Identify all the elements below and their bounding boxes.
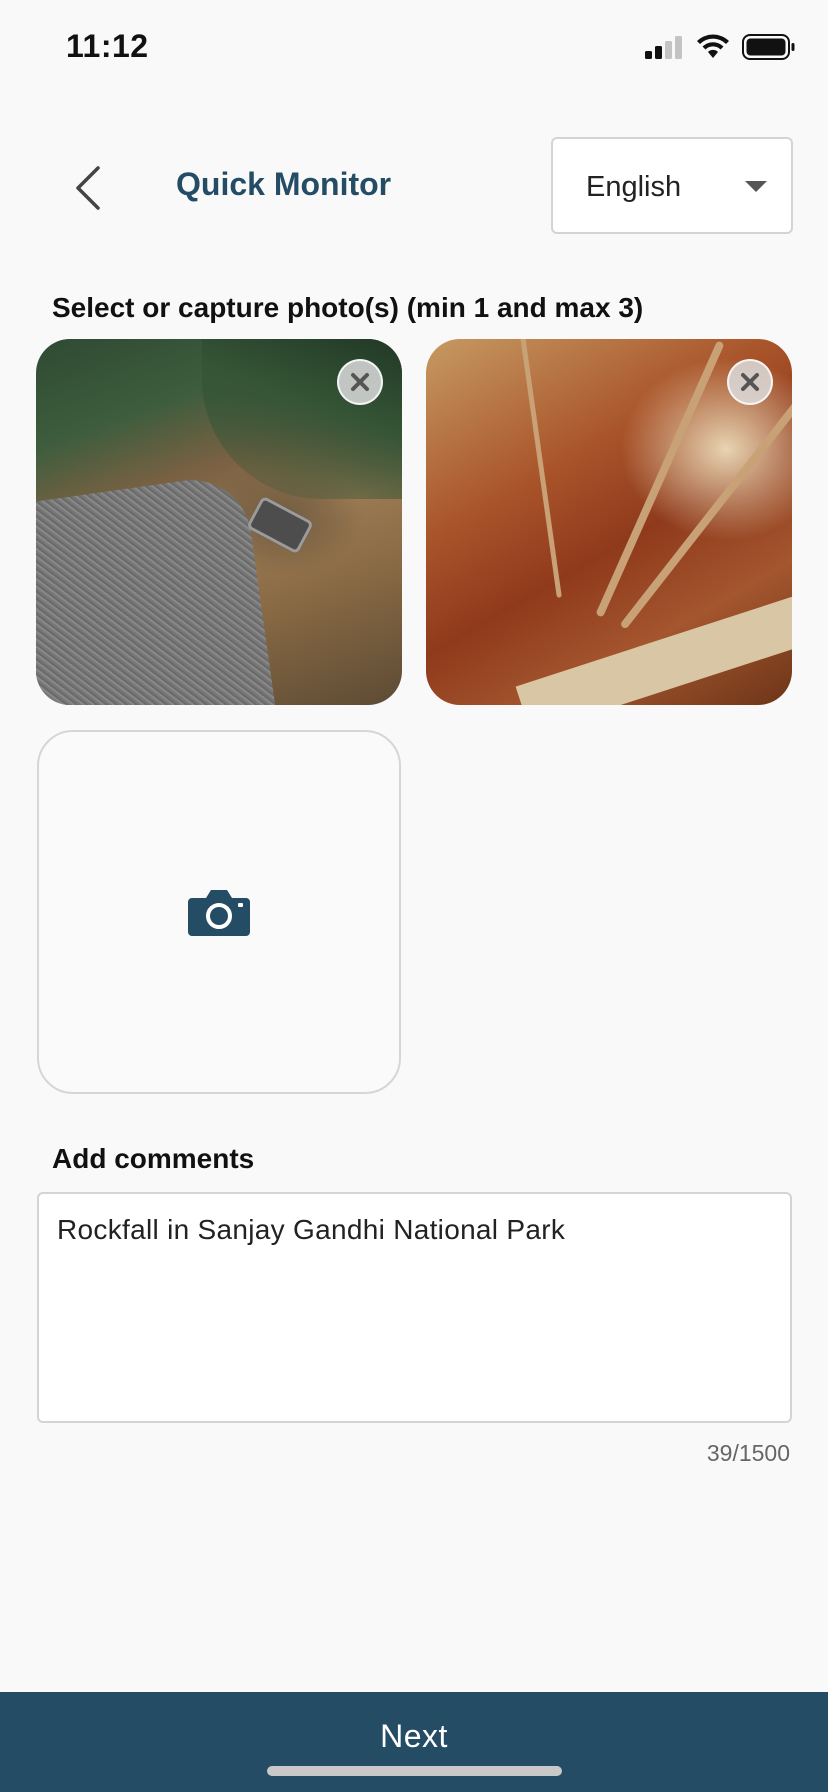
language-select[interactable]: English	[551, 137, 793, 234]
next-button-label: Next	[380, 1718, 448, 1754]
add-photo-button[interactable]	[37, 730, 401, 1094]
page-title: Quick Monitor	[176, 166, 392, 202]
close-icon	[351, 373, 369, 391]
close-icon	[741, 373, 759, 391]
quick-monitor-screen: 11:12 Quick Monitor English Select or ca…	[0, 0, 828, 1792]
home-indicator[interactable]	[267, 1766, 562, 1776]
cellular-signal-icon	[645, 36, 682, 59]
comments-textarea[interactable]: Rockfall in Sanjay Gandhi National Park	[37, 1192, 792, 1423]
character-count: 39/1500	[706, 1440, 790, 1466]
photo-thumbnail-2[interactable]	[426, 339, 792, 705]
status-time: 11:12	[66, 28, 149, 64]
remove-photo-2-button[interactable]	[727, 359, 773, 405]
back-button[interactable]	[66, 158, 110, 218]
status-icons	[644, 34, 796, 60]
next-button[interactable]: Next	[0, 1692, 828, 1792]
wifi-icon	[697, 34, 729, 58]
remove-photo-1-button[interactable]	[337, 359, 383, 405]
camera-icon	[188, 890, 250, 936]
photos-label: Select or capture photo(s) (min 1 and ma…	[52, 292, 644, 323]
photo-thumbnail-1[interactable]	[36, 339, 402, 705]
battery-icon	[742, 34, 795, 60]
language-select-value: English	[586, 171, 682, 203]
caret-down-icon	[745, 181, 767, 192]
comments-label: Add comments	[52, 1143, 255, 1174]
chevron-left-icon	[76, 166, 100, 210]
